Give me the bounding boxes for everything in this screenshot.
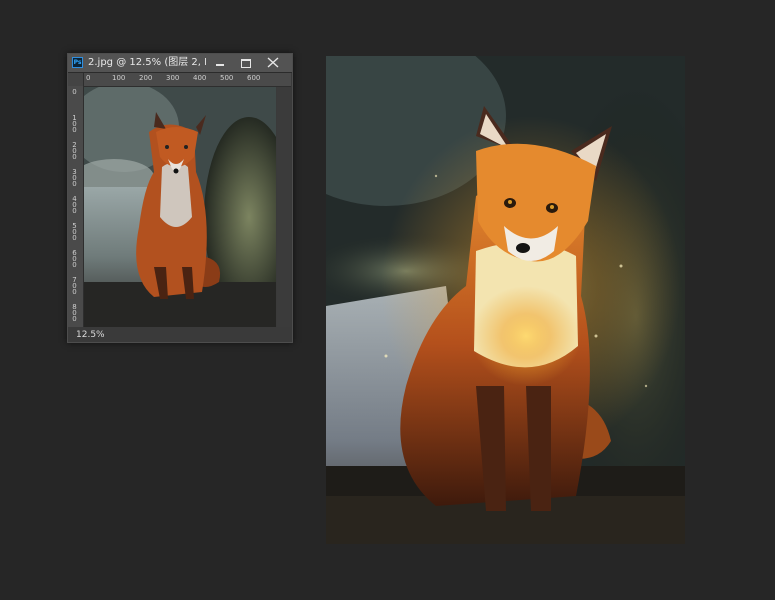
ruler-tick: 200 <box>139 74 153 82</box>
maximize-button[interactable] <box>235 55 257 70</box>
ruler-tick: 100 <box>112 74 126 82</box>
document-title: 2.jpg @ 12.5% (图层 2, RG... <box>88 57 206 68</box>
ruler-tick: 700 <box>72 276 77 296</box>
fox-photo-thumbnail <box>84 87 276 327</box>
ruler-tick: 500 <box>220 74 234 82</box>
horizontal-ruler: 0 100 200 300 400 500 600 <box>84 73 291 87</box>
document-title-bar[interactable]: Ps 2.jpg @ 12.5% (图层 2, RG... <box>68 54 292 73</box>
maximize-icon <box>241 59 251 68</box>
ruler-tick: 800 <box>72 303 77 323</box>
ruler-tick: 600 <box>72 249 77 269</box>
ruler-tick: 400 <box>193 74 207 82</box>
minimize-icon <box>216 64 224 66</box>
close-button[interactable] <box>262 55 284 70</box>
ruler-tick: 300 <box>166 74 180 82</box>
fox-glow-photo <box>326 56 685 544</box>
ruler-tick: 600 <box>247 74 261 82</box>
ruler-tick: 300 <box>72 168 77 188</box>
minimize-button[interactable] <box>209 55 231 70</box>
photoshop-app-icon: Ps <box>72 57 83 68</box>
zoom-level[interactable]: 12.5% <box>76 328 105 342</box>
document-canvas[interactable] <box>84 87 276 327</box>
ruler-tick: 0 <box>86 74 91 82</box>
vertical-ruler: 0 100 200 300 400 500 600 700 800 <box>68 73 84 327</box>
close-icon <box>267 57 279 68</box>
ruler-tick: 0 <box>72 88 77 96</box>
document-window[interactable]: Ps 2.jpg @ 12.5% (图层 2, RG... 0 100 200 … <box>67 53 293 343</box>
ruler-tick: 100 <box>72 114 77 134</box>
vertical-scrollbar[interactable] <box>277 87 291 327</box>
status-bar: 12.5% <box>68 328 292 342</box>
ruler-tick: 500 <box>72 222 77 242</box>
fox-preview-image <box>326 56 685 544</box>
ruler-origin[interactable] <box>68 73 83 86</box>
ruler-tick: 400 <box>72 195 77 215</box>
ruler-tick: 200 <box>72 141 77 161</box>
